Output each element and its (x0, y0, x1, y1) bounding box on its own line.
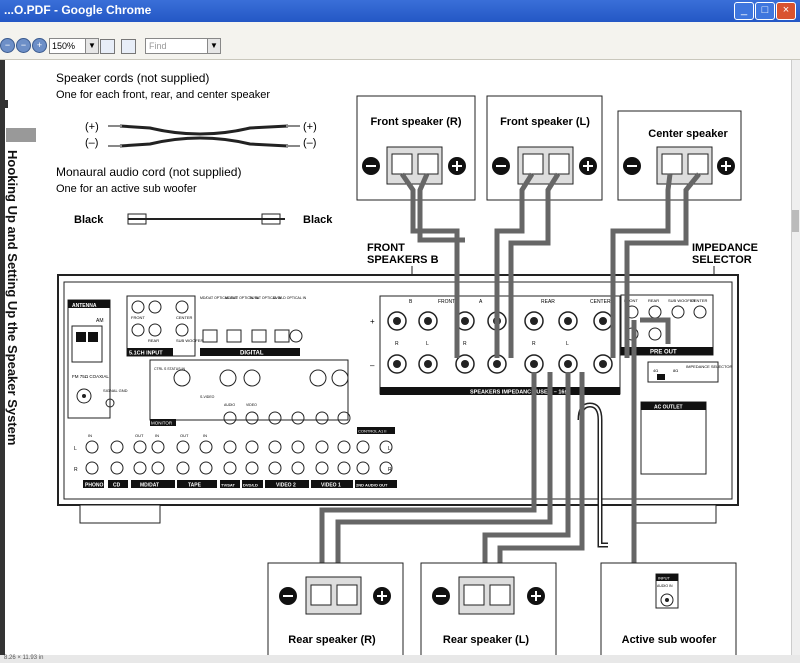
zoom-dropdown-icon[interactable]: ▼ (85, 38, 99, 54)
page-size-label: 8.26 × 11.93 in (4, 655, 44, 661)
close-button[interactable]: × (776, 2, 796, 20)
save-icon[interactable] (121, 39, 136, 54)
find-input[interactable]: Find (145, 38, 210, 54)
zoom-level-field[interactable]: 150% (49, 38, 87, 54)
pdf-page (0, 60, 800, 663)
vertical-scrollbar[interactable] (791, 60, 800, 663)
print-icon[interactable] (100, 39, 115, 54)
minimize-button[interactable]: _ (734, 2, 754, 20)
maximize-button[interactable]: □ (755, 2, 775, 20)
find-dropdown-icon[interactable]: ▼ (207, 38, 221, 54)
status-bar: 8.26 × 11.93 in (0, 655, 800, 663)
scrollbar-thumb[interactable] (792, 210, 799, 232)
zoom-out-icon[interactable]: − (16, 38, 31, 53)
zoom-out-icon[interactable]: − (0, 38, 15, 53)
window-title: ...O.PDF - Google Chrome (4, 3, 152, 17)
zoom-in-icon[interactable]: + (32, 38, 47, 53)
pdf-toolbar: − − + 150% ▼ Find ▼ (0, 22, 800, 60)
window-titlebar: ...O.PDF - Google Chrome _ □ × (0, 0, 800, 22)
page-edge (0, 60, 5, 663)
